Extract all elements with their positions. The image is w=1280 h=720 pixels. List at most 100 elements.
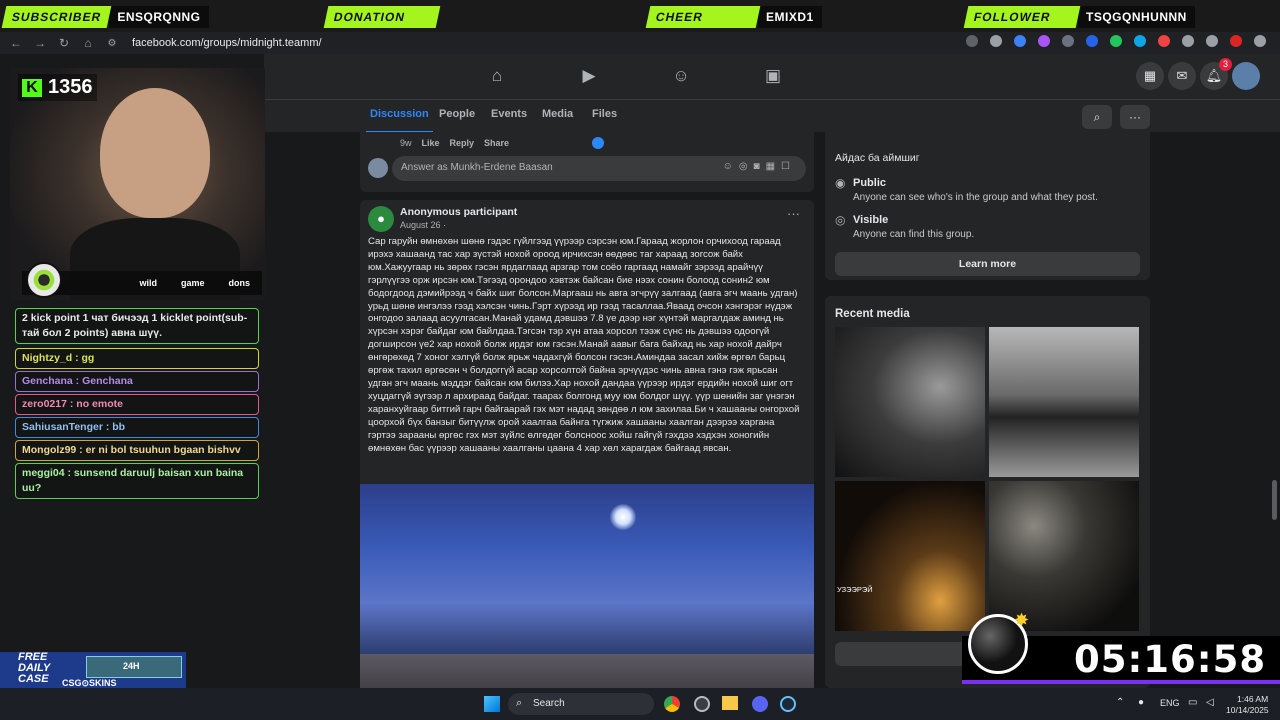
file-explorer-icon[interactable] [722,696,738,710]
tray-chevron-icon[interactable]: ⌃ [1116,697,1124,708]
group-more-icon[interactable]: ··· [1120,105,1150,129]
chat-message: meggi04 : sunsend daruulj baisan xun bai… [15,463,259,499]
group-tabs: Discussion People Events Media Files ⌕ ·… [264,100,1280,133]
fence-shape [360,654,814,688]
reload-icon[interactable]: ↻ [52,36,76,50]
tab-files[interactable]: Files [592,108,617,120]
clock-time[interactable]: 1:46 AM [1237,694,1268,704]
chrome-icon[interactable] [664,696,680,712]
visible-desc: Anyone can find this group. [853,229,975,240]
share-link[interactable]: Share [484,138,509,148]
menu-grid-icon[interactable]: ▦ [1136,62,1164,90]
tab-discussion[interactable]: Discussion [366,108,433,133]
anonymous-avatar: ● [368,206,394,232]
forward-icon[interactable]: → [28,36,52,50]
reading-list-icon[interactable] [1206,35,1218,47]
command-game: game [180,278,205,288]
promo-text: FREE DAILY CASE [18,652,50,685]
back-icon[interactable]: ← [4,36,28,50]
kick-counter: K 1356 [18,74,97,101]
tab-media[interactable]: Media [542,108,573,120]
account-avatar[interactable] [1232,62,1260,90]
gaming-nav-icon[interactable]: ▣ [762,66,784,88]
eye-icon: ◎ [835,213,846,227]
notifications-icon[interactable]: 🔔︎ 3 [1200,58,1232,90]
download-icon[interactable] [1110,35,1122,47]
kick-logo-icon: K [22,78,42,97]
comment-composer[interactable]: Answer as Munkh-Erdene Baasan ☺◎◙▦☐ [392,156,806,181]
post-image[interactable] [360,484,814,688]
chat-message: Genchana : Genchana [15,371,259,392]
learn-more-button[interactable]: Learn more [835,252,1140,276]
like-reaction-icon [592,137,604,149]
page-scrollbar[interactable] [1272,480,1277,520]
start-icon[interactable] [484,696,500,712]
stream-timer: ✸ 05:16:58 [962,610,1280,684]
address-bar[interactable]: facebook.com/groups/midnight.teamm/ [132,37,322,49]
puzzle-icon[interactable] [1182,35,1194,47]
taskbar-search[interactable]: ⌕ Search [508,693,654,715]
extension-icon[interactable] [1014,35,1026,47]
follower-label: FOLLOWER [963,6,1081,28]
timer-progress [962,680,1280,684]
extension-icon[interactable] [1038,35,1050,47]
promo-line3: CASE [18,673,49,685]
reply-link[interactable]: Reply [450,138,475,148]
chat-message: zero0217 : no emote [15,394,259,415]
media-thumb-reflection[interactable] [989,327,1139,477]
right-sidebar: Айдас ба аймшиг ◉ Public Anyone can see … [825,132,1150,688]
media-thumb-skulls[interactable] [989,481,1139,631]
about-card: Айдас ба аймшиг ◉ Public Anyone can see … [825,132,1150,280]
bookmark-star-icon[interactable] [990,35,1002,47]
profile-icon[interactable] [1230,35,1242,47]
composer-avatar [368,158,388,178]
messenger-icon[interactable]: ✉ [1168,62,1196,90]
home-nav-icon[interactable]: ⌂ [486,66,508,88]
post-options-icon[interactable]: ··· [787,206,800,221]
clock-date[interactable]: 10/14/2025 [1226,705,1269,715]
extension-icon[interactable] [1134,35,1146,47]
app-icon[interactable] [694,696,710,712]
extension-icon[interactable] [1158,35,1170,47]
install-icon[interactable] [966,35,978,47]
extension-icon[interactable] [1086,35,1098,47]
site-info-icon[interactable]: ⚙ [100,38,124,49]
case-box-icon: 24H [86,656,182,678]
visible-title: Visible [853,214,889,226]
media-thumb-ghost[interactable] [835,327,985,477]
tab-events[interactable]: Events [491,108,527,120]
post-author[interactable]: Anonymous participant [400,206,517,218]
volume-icon[interactable]: ◁ [1206,697,1214,708]
tab-people[interactable]: People [439,108,475,120]
language-indicator[interactable]: ENG [1160,698,1180,708]
streamer-webcam: K 1356 wild game dons [10,68,265,300]
chat-message: SahiusanTenger : bb [15,417,259,438]
groups-nav-icon[interactable]: ☺ [670,66,692,88]
comment-section: 9w Like Reply Share Answer as Munkh-Erde… [360,132,814,192]
public-title: Public [853,177,887,189]
steam-icon[interactable] [780,696,796,712]
comment-time: 9w [400,138,412,148]
recent-media-title: Recent media [835,308,910,320]
notification-badge: 3 [1219,58,1232,71]
windows-taskbar: ⌕ Search ⌃ ● ENG ▭ ◁ 1:46 AM 10/14/2025 [0,688,1280,720]
like-link[interactable]: Like [422,138,440,148]
video-nav-icon[interactable]: ▶ [578,66,600,88]
command-wild: wild [139,278,157,288]
menu-dots-icon[interactable] [1254,35,1266,47]
home-icon[interactable]: ⌂ [76,36,100,50]
group-search-icon[interactable]: ⌕ [1082,105,1112,129]
post-card: ● Anonymous participant August 26 · ··· … [360,200,814,688]
discord-icon[interactable] [752,696,768,712]
mic-icon[interactable]: ● [1138,697,1144,708]
media-thumb-candle[interactable]: УЗЭЭРЭЙ [835,481,985,631]
promo-banner: FREE DAILY CASE 24H CSG⊙SKINS [0,652,186,688]
post-date[interactable]: August 26 · [400,220,446,230]
network-icon[interactable]: ▭ [1188,697,1197,708]
group-description: Айдас ба аймшиг [835,152,920,164]
globe-icon: ◉ [835,176,846,190]
composer-tools-icon[interactable]: ☺◎◙▦☐ [723,161,796,172]
kick-count: 1356 [48,76,93,98]
comment-actions: 9w Like Reply Share [400,138,509,148]
extension-icon[interactable] [1062,35,1074,47]
